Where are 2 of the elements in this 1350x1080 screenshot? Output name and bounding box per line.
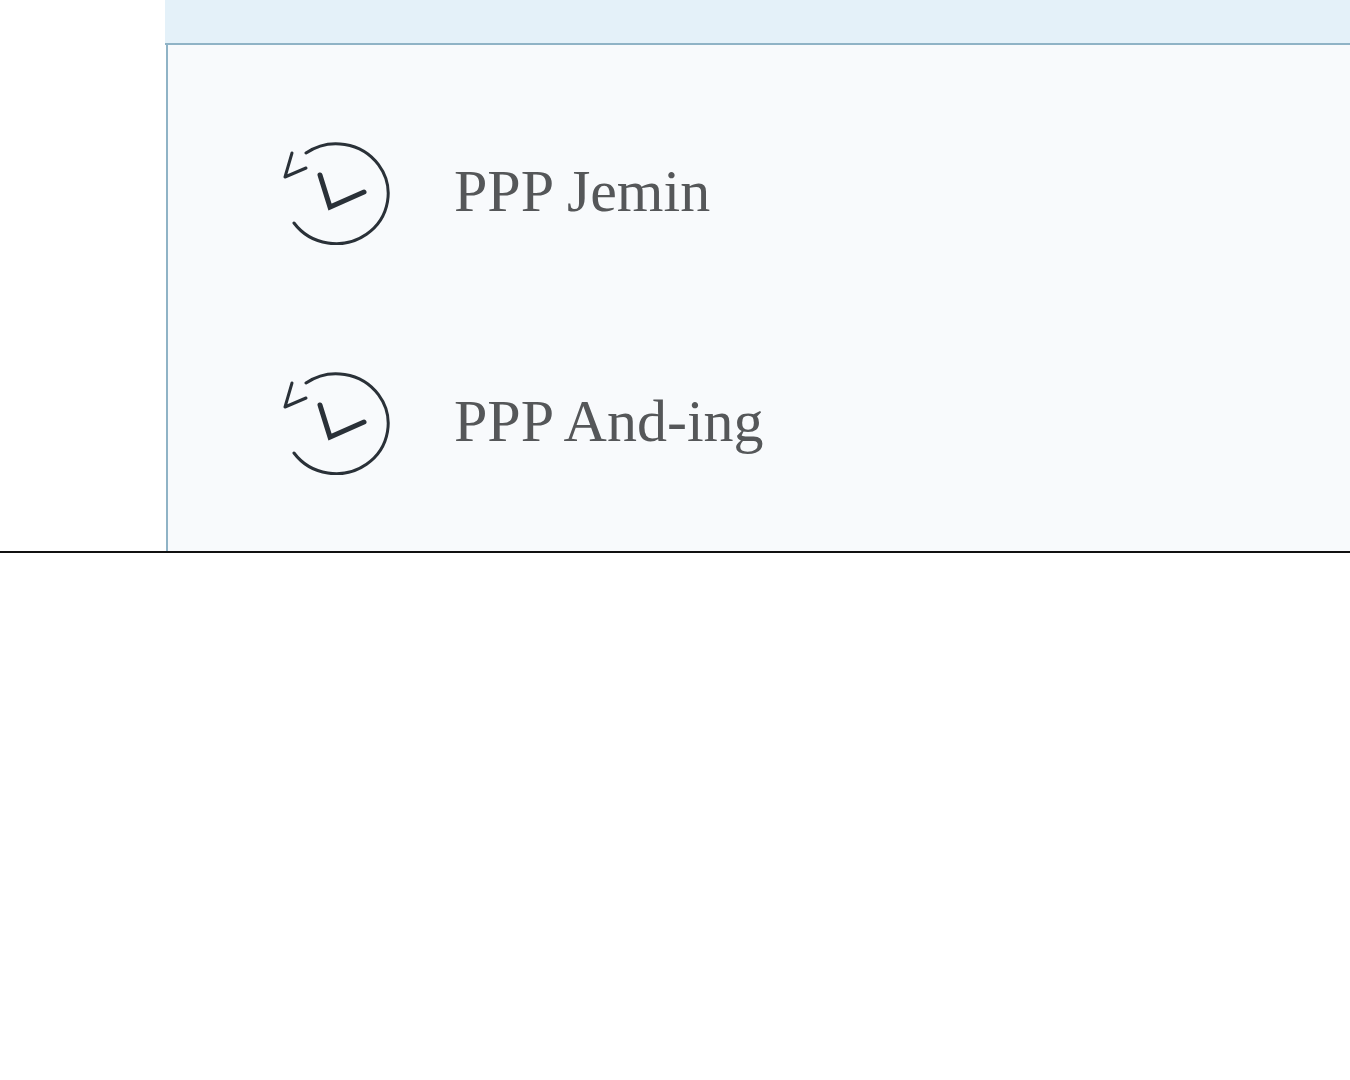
history-item[interactable]: PPP Jemin (168, 87, 1350, 295)
history-item[interactable]: PPP And-ing (168, 317, 1350, 525)
